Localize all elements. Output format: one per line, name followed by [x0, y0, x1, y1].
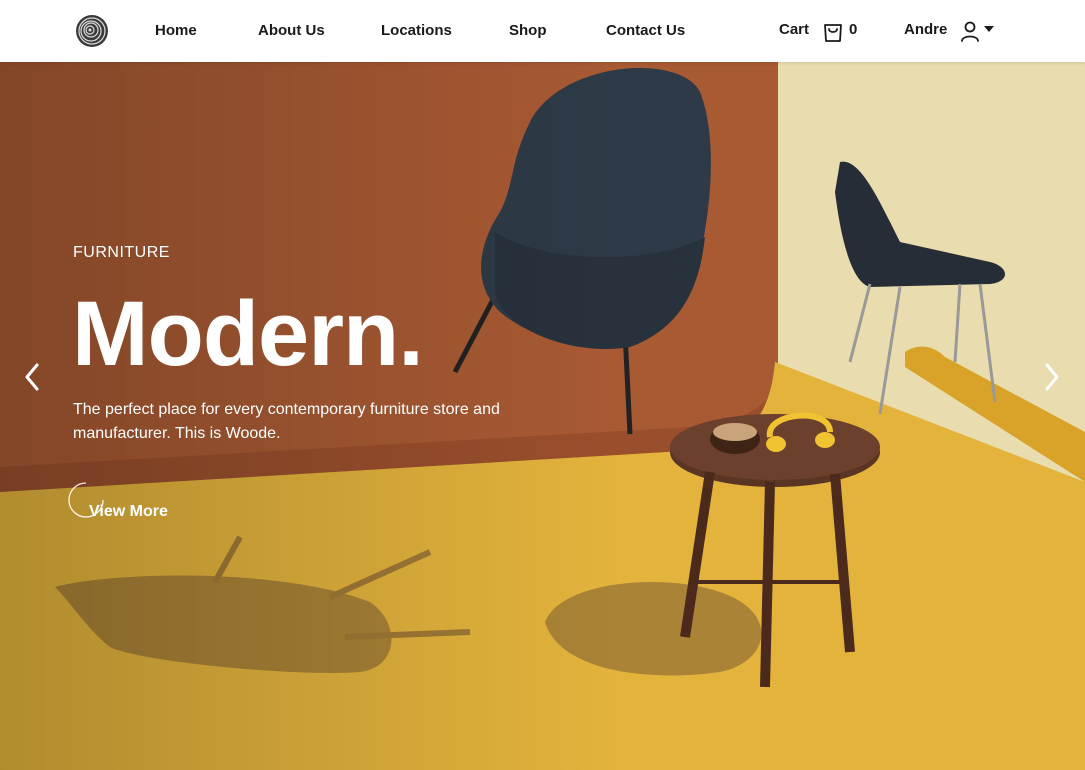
- cart-label[interactable]: Cart: [779, 21, 809, 38]
- nav-link-locations[interactable]: Locations: [381, 22, 452, 40]
- hero-eyebrow: FURNITURE: [73, 244, 170, 261]
- hero-slider: FURNITURE Modern. The perfect place for …: [0, 62, 1085, 770]
- shopping-bag-icon[interactable]: [822, 19, 844, 43]
- nav-link-shop[interactable]: Shop: [509, 22, 547, 40]
- chevron-left-icon[interactable]: [20, 360, 44, 394]
- nav-link-contact-us[interactable]: Contact Us: [606, 22, 685, 40]
- view-more-label: View More: [89, 503, 168, 520]
- nav-link-home[interactable]: Home: [155, 22, 197, 40]
- hero-description: The perfect place for every contemporary…: [73, 401, 500, 442]
- hero-headline: Modern.: [72, 283, 424, 385]
- nav-link-about-us[interactable]: About Us: [258, 22, 325, 40]
- user-name[interactable]: Andre: [904, 21, 947, 38]
- caret-down-icon[interactable]: [984, 26, 994, 32]
- cart-count-badge: 0: [849, 21, 858, 38]
- view-more-button[interactable]: View More: [68, 482, 188, 522]
- wood-ring-logo-icon[interactable]: [75, 14, 109, 48]
- top-navbar: Home About Us Locations Shop Contact Us …: [0, 0, 1085, 62]
- user-icon[interactable]: [959, 20, 981, 42]
- chevron-right-icon[interactable]: [1040, 360, 1064, 394]
